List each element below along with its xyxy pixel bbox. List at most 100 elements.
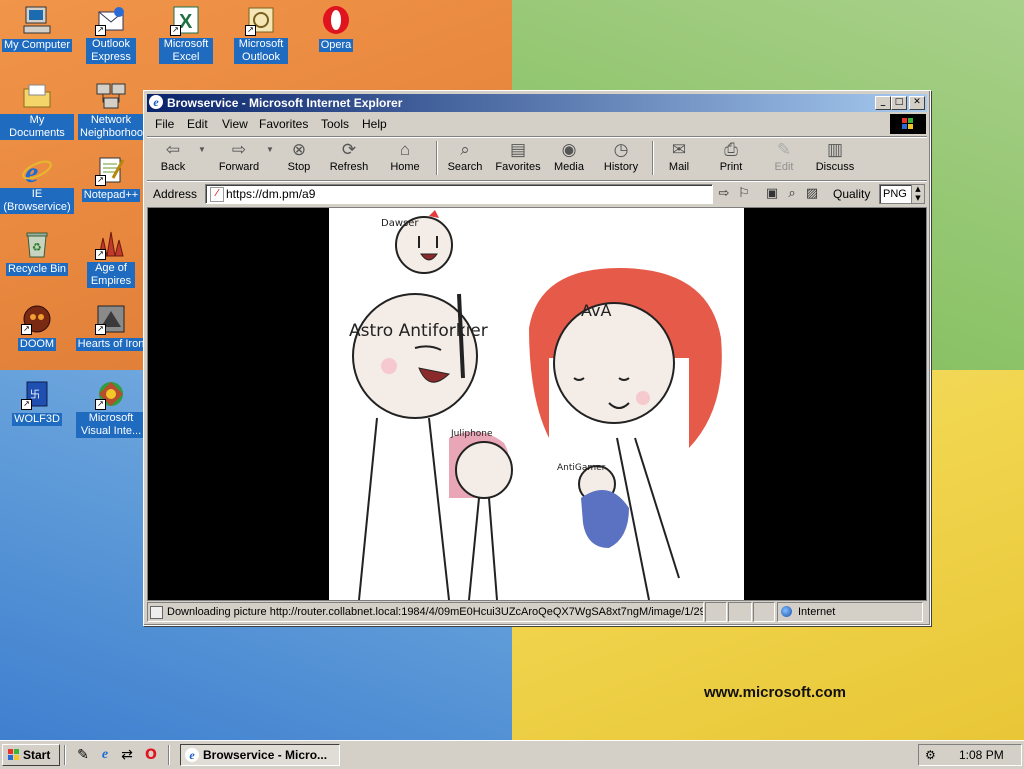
quality-select[interactable]: PNG ▲ ▼ xyxy=(879,184,925,204)
go-arrow-icon[interactable]: ⇨ xyxy=(715,185,733,203)
desktop-icon-opera[interactable]: Opera xyxy=(299,4,373,52)
windows-flag-icon xyxy=(8,749,19,760)
window-title: Browservice - Microsoft Internet Explore… xyxy=(167,96,403,110)
menu-bar: File Edit View Favorites Tools Help xyxy=(147,114,927,134)
history-button[interactable]: ◷ History xyxy=(599,139,643,177)
outlook-icon: ↗ xyxy=(245,4,277,36)
desktop-icon-ie-browservice[interactable]: e IE (Browservice) xyxy=(0,154,74,214)
svg-text:X: X xyxy=(179,11,193,33)
back-dropdown[interactable]: ▼ xyxy=(197,139,207,177)
clock[interactable]: 1:08 PM xyxy=(959,748,1004,762)
recycle-bin-icon: ♻ xyxy=(21,228,53,260)
desktop-icon-outlook[interactable]: ↗ Microsoft Outlook xyxy=(224,4,298,64)
menu-favorites[interactable]: Favorites xyxy=(259,117,308,131)
windows-logo-throbber xyxy=(890,114,926,134)
forward-dropdown[interactable]: ▼ xyxy=(265,139,275,177)
toolbar-separator xyxy=(652,141,654,175)
find-icon[interactable]: ⌕ xyxy=(783,185,801,203)
status-cell xyxy=(728,602,752,622)
desktop-icon-recycle-bin[interactable]: ♻ Recycle Bin xyxy=(0,228,74,276)
excel-icon: X ↗ xyxy=(170,4,202,36)
toolbar: ⇦ Back ▼ ⇨ Forward ▼ ⊗ Stop ⟳ Refresh ⌂ Home … xyxy=(147,137,927,179)
back-arrow-icon: ⇦ xyxy=(165,140,181,159)
menu-view[interactable]: View xyxy=(222,117,248,131)
home-button[interactable]: ⌂ Home xyxy=(387,139,423,177)
volume-icon[interactable]: ⚙ xyxy=(925,747,941,763)
bookmark-icon[interactable]: ⚐ xyxy=(735,185,753,203)
media-button[interactable]: ◉ Media xyxy=(551,139,587,177)
media-icon: ◉ xyxy=(561,140,577,159)
toolbar-separator xyxy=(436,141,438,175)
status-bar: Downloading picture http://router.collab… xyxy=(147,602,927,622)
page-icon: ⁄ xyxy=(210,187,224,202)
desktop-icon-doom[interactable]: ↗ DOOM xyxy=(0,303,74,351)
forward-button[interactable]: ⇨ Forward xyxy=(213,139,265,177)
picture-label-e: AntiGamer xyxy=(557,463,606,473)
menu-edit[interactable]: Edit xyxy=(187,117,208,131)
title-bar[interactable]: e Browservice - Microsoft Internet Explo… xyxy=(147,94,927,112)
picture-label-d: Juliphone xyxy=(450,429,493,439)
picture-label-c: AvA xyxy=(581,301,611,320)
status-cell xyxy=(753,602,775,622)
search-button[interactable]: ⌕ Search xyxy=(445,139,485,177)
desktop-icon-age-of-empires[interactable]: ↗ Age of Empires xyxy=(74,228,148,288)
ie-window-icon[interactable]: e xyxy=(149,95,163,109)
status-cell xyxy=(705,602,727,622)
discuss-icon: ▥ xyxy=(826,140,844,159)
show-desktop-icon[interactable]: ✎ xyxy=(74,746,92,764)
menu-file[interactable]: File xyxy=(155,117,174,131)
picture-label-b: Astro Antiforkier xyxy=(349,321,488,341)
page-loading-icon xyxy=(150,606,163,619)
quicklaunch-network-icon[interactable]: ⇄ xyxy=(118,746,136,764)
taskbar-button-browservice[interactable]: e Browservice - Micro... xyxy=(180,744,340,766)
svg-text:♻: ♻ xyxy=(32,241,42,254)
start-button[interactable]: Start xyxy=(2,744,60,766)
history-icon: ◷ xyxy=(613,140,629,159)
ie-window: e Browservice - Microsoft Internet Explo… xyxy=(143,90,931,626)
desktop-icon-excel[interactable]: X ↗ Microsoft Excel xyxy=(149,4,223,64)
ie-task-icon: e xyxy=(185,748,199,762)
view-icon[interactable]: ▣ xyxy=(763,185,781,203)
folder-icon xyxy=(21,80,53,112)
doom-icon: ↗ xyxy=(21,303,53,335)
status-text: Downloading picture http://router.collab… xyxy=(167,606,704,618)
picture-label-a: Dawser xyxy=(381,218,419,229)
desktop-icon-wolf3d[interactable]: 卐 ↗ WOLF3D xyxy=(0,378,74,426)
quality-label: Quality xyxy=(833,187,871,201)
computer-icon xyxy=(21,4,53,36)
menu-help[interactable]: Help xyxy=(362,117,387,131)
menu-tools[interactable]: Tools xyxy=(321,117,349,131)
desktop-icon-my-computer[interactable]: My Computer xyxy=(0,4,74,52)
desktop-icon-my-documents[interactable]: My Documents xyxy=(0,80,74,140)
close-button[interactable]: ✕ xyxy=(909,96,925,110)
minimize-button[interactable]: _ xyxy=(875,96,891,110)
favorites-button[interactable]: ▤ Favorites xyxy=(491,139,545,177)
taskbar-separator xyxy=(168,745,170,765)
quicklaunch-opera-icon[interactable]: O xyxy=(142,746,160,764)
desktop-icon-notepad-plus[interactable]: ↗ Notepad++ xyxy=(74,154,148,202)
desktop-icon-network[interactable]: Network Neighborhood xyxy=(74,80,149,140)
desktop-icon-outlook-express[interactable]: ↗ Outlook Express xyxy=(74,4,148,64)
mail-icon: ✉ xyxy=(671,140,687,159)
discuss-button[interactable]: ▥ Discuss xyxy=(813,139,857,177)
mail-button[interactable]: ✉ Mail xyxy=(661,139,697,177)
desktop-icon-visual-interdev[interactable]: ↗ Microsoft Visual Inte... xyxy=(74,378,148,438)
maximize-button[interactable]: □ xyxy=(891,96,907,110)
outlook-express-icon: ↗ xyxy=(95,4,127,36)
wallpaper-brand: www.microsoft.com xyxy=(704,684,846,701)
network-icon xyxy=(95,80,127,112)
quicklaunch-ie-icon[interactable]: e xyxy=(96,746,114,764)
quality-spinner[interactable]: ▲ ▼ xyxy=(911,185,924,203)
address-input[interactable]: ⁄ https://dm.pm/a9 xyxy=(205,184,713,204)
stop-button[interactable]: ⊗ Stop xyxy=(281,139,317,177)
print-button[interactable]: ⎙ Print xyxy=(713,139,749,177)
edit-button[interactable]: ✎ Edit xyxy=(767,139,801,177)
back-button[interactable]: ⇦ Back xyxy=(153,139,193,177)
refresh-button[interactable]: ⟳ Refresh xyxy=(327,139,371,177)
opera-icon xyxy=(320,4,352,36)
page-content[interactable]: Dawser Astro Antiforkier AvA Juliphone A… xyxy=(147,207,927,601)
age-of-empires-icon: ↗ xyxy=(95,228,127,260)
desktop-icon-hearts-of-iron[interactable]: ↗ Hearts of Iron xyxy=(74,303,148,351)
address-label: Address xyxy=(153,187,198,201)
save-icon[interactable]: ▨ xyxy=(803,185,821,203)
